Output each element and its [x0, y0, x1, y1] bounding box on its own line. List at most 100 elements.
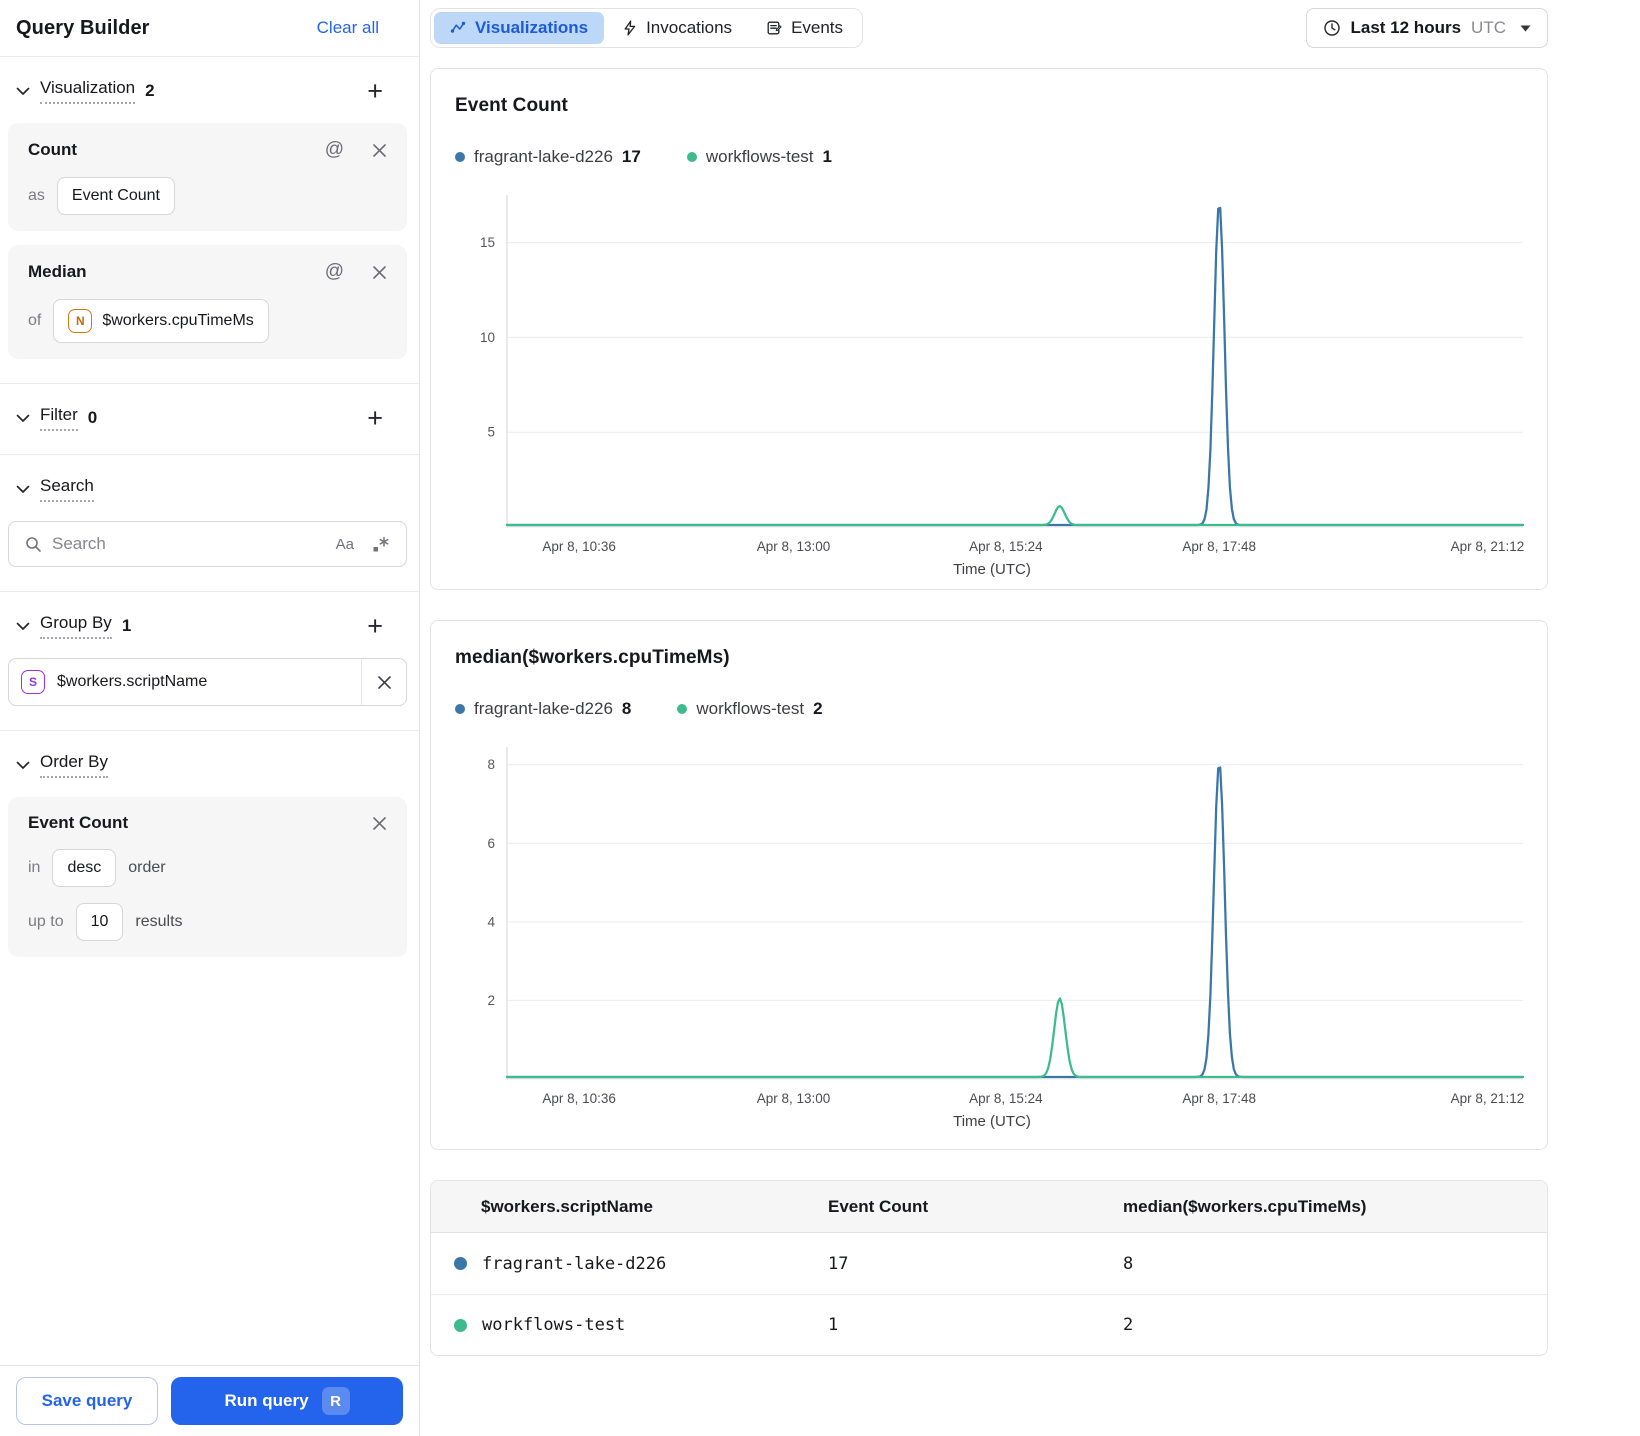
match-case-icon[interactable]: Aa [336, 536, 354, 553]
page-title: Query Builder [16, 16, 150, 39]
tab-events[interactable]: Events [750, 12, 859, 44]
group-by-value: $workers.scriptName [57, 673, 208, 690]
close-icon[interactable] [372, 143, 387, 158]
filter-count: 0 [87, 408, 98, 427]
legend-item[interactable]: workflows-test 2 [677, 699, 823, 719]
section-order-by: Order By Event Count in desc order up to… [0, 730, 419, 981]
section-filter: Filter 0 + [0, 383, 419, 454]
chevron-down-icon[interactable] [16, 485, 30, 494]
regex-icon[interactable] [372, 536, 390, 553]
clear-all-link[interactable]: Clear all [317, 18, 379, 38]
legend-dot [455, 152, 465, 162]
search-input[interactable] [52, 534, 326, 554]
keyboard-shortcut-badge: R [321, 1387, 350, 1415]
table-column-header: Event Count [828, 1196, 929, 1216]
tab-label: Visualizations [475, 18, 589, 37]
visualization-label: Visualization [40, 78, 136, 104]
run-query-button[interactable]: Run query R [171, 1377, 403, 1425]
order-by-field: Event Count [28, 813, 129, 832]
clock-icon [1323, 20, 1340, 36]
legend-item[interactable]: fragrant-lake-d226 17 [455, 147, 641, 167]
time-range-dropdown[interactable]: Last 12 hours UTC [1305, 8, 1548, 48]
sidebar-header: Query Builder Clear all [0, 0, 419, 57]
legend-dot [686, 152, 697, 162]
script-name-cell: fragrant-lake-d226 [482, 1253, 667, 1274]
legend-dot [677, 704, 688, 714]
tab-visualizations[interactable]: Visualizations [434, 12, 605, 44]
svg-text:Apr 8, 10:36: Apr 8, 10:36 [542, 1091, 616, 1106]
order-by-header-row: Order By [8, 745, 407, 785]
series-color-dot [454, 1257, 467, 1270]
events-list-icon [767, 21, 782, 35]
visualization-card-median: Median @ of N $workers.cpuTimeMs [8, 245, 407, 359]
svg-text:Apr 8, 17:48: Apr 8, 17:48 [1182, 539, 1256, 554]
lightning-icon [624, 20, 636, 36]
legend-item[interactable]: fragrant-lake-d226 8 [455, 699, 631, 719]
svg-text:10: 10 [480, 330, 495, 345]
legend-series-value: 8 [621, 699, 632, 718]
filter-label: Filter [40, 405, 78, 431]
sidebar-footer: Save query Run query R [0, 1365, 419, 1436]
search-header-row: Search [8, 469, 407, 509]
event-count-cell: 1 [828, 1315, 839, 1335]
table-row[interactable]: workflows-test 1 2 [431, 1294, 1547, 1355]
legend-item[interactable]: workflows-test 1 [686, 147, 832, 167]
add-visualization-button[interactable]: + [367, 77, 383, 105]
mention-icon[interactable]: @ [325, 261, 344, 283]
as-label: as [28, 187, 45, 204]
chevron-down-icon[interactable] [16, 414, 30, 423]
chart-legend: fragrant-lake-d226 17 workflows-test 1 [455, 147, 1527, 167]
number-type-icon: N [68, 309, 93, 333]
chevron-down-icon[interactable] [16, 87, 30, 96]
median-cell: 8 [1123, 1253, 1134, 1274]
save-query-button[interactable]: Save query [16, 1377, 158, 1425]
script-name-cell: workflows-test [482, 1315, 626, 1335]
svg-text:Apr 8, 10:36: Apr 8, 10:36 [542, 539, 616, 554]
remove-group-by-button[interactable] [362, 675, 406, 690]
event-count-cell: 17 [828, 1253, 849, 1274]
chart-plot-area: 5 10 15 Apr 8, 10:36 Apr 8, 13:00 Apr 8, 15:2… [455, 187, 1527, 578]
svg-text:Apr 8, 17:48: Apr 8, 17:48 [1182, 1091, 1256, 1106]
add-group-by-button[interactable]: + [367, 612, 383, 640]
median-field-selector[interactable]: N $workers.cpuTimeMs [53, 299, 269, 343]
svg-text:Apr 8, 15:24: Apr 8, 15:24 [969, 1091, 1043, 1106]
svg-text:Apr 8, 21:12: Apr 8, 21:12 [1451, 1091, 1525, 1106]
chevron-down-icon[interactable] [16, 622, 30, 631]
legend-series-name: fragrant-lake-d226 [474, 147, 613, 166]
visualization-count: 2 [145, 81, 155, 100]
order-by-card: Event Count in desc order up to 10 resul… [8, 797, 407, 957]
svg-text:6: 6 [487, 836, 495, 851]
table-row[interactable]: fragrant-lake-d226 17 8 [431, 1233, 1547, 1294]
search-icon [26, 536, 41, 552]
result-limit-input[interactable]: 10 [75, 903, 124, 941]
string-type-icon: S [21, 670, 45, 694]
median-field-value: $workers.cpuTimeMs [102, 312, 254, 329]
close-icon[interactable] [372, 265, 387, 280]
group-by-field[interactable]: S $workers.scriptName [8, 658, 407, 706]
timezone-label: UTC [1471, 18, 1506, 37]
caret-down-icon [1520, 25, 1531, 31]
count-alias-field[interactable]: Event Count [56, 177, 175, 215]
legend-series-value: 1 [822, 147, 832, 166]
filter-header-row: Filter 0 + [8, 398, 407, 438]
visualization-header-row: Visualization 2 + [8, 71, 407, 111]
order-direction-select[interactable]: desc [52, 849, 117, 887]
legend-series-name: fragrant-lake-d226 [474, 699, 613, 718]
order-by-label: Order By [40, 752, 109, 778]
median-cell: 2 [1123, 1315, 1134, 1335]
topbar: Visualizations Invocations Events Last 1… [430, 8, 1548, 48]
of-label: of [28, 312, 42, 329]
legend-series-value: 2 [813, 699, 823, 718]
chart-legend: fragrant-lake-d226 8 workflows-test 2 [455, 699, 1527, 719]
add-filter-button[interactable]: + [367, 404, 383, 432]
chevron-down-icon[interactable] [16, 761, 30, 770]
in-label: in [28, 859, 41, 876]
mention-icon[interactable]: @ [325, 139, 344, 161]
close-icon[interactable] [372, 816, 387, 831]
visualization-card-count: Count @ as Event Count [8, 123, 407, 231]
tab-invocations[interactable]: Invocations [606, 12, 748, 44]
search-box: Aa [8, 521, 407, 567]
table-body: fragrant-lake-d226 17 8 workflows-test 1 2 [431, 1233, 1547, 1355]
legend-dot [455, 704, 465, 714]
close-icon [377, 675, 391, 689]
